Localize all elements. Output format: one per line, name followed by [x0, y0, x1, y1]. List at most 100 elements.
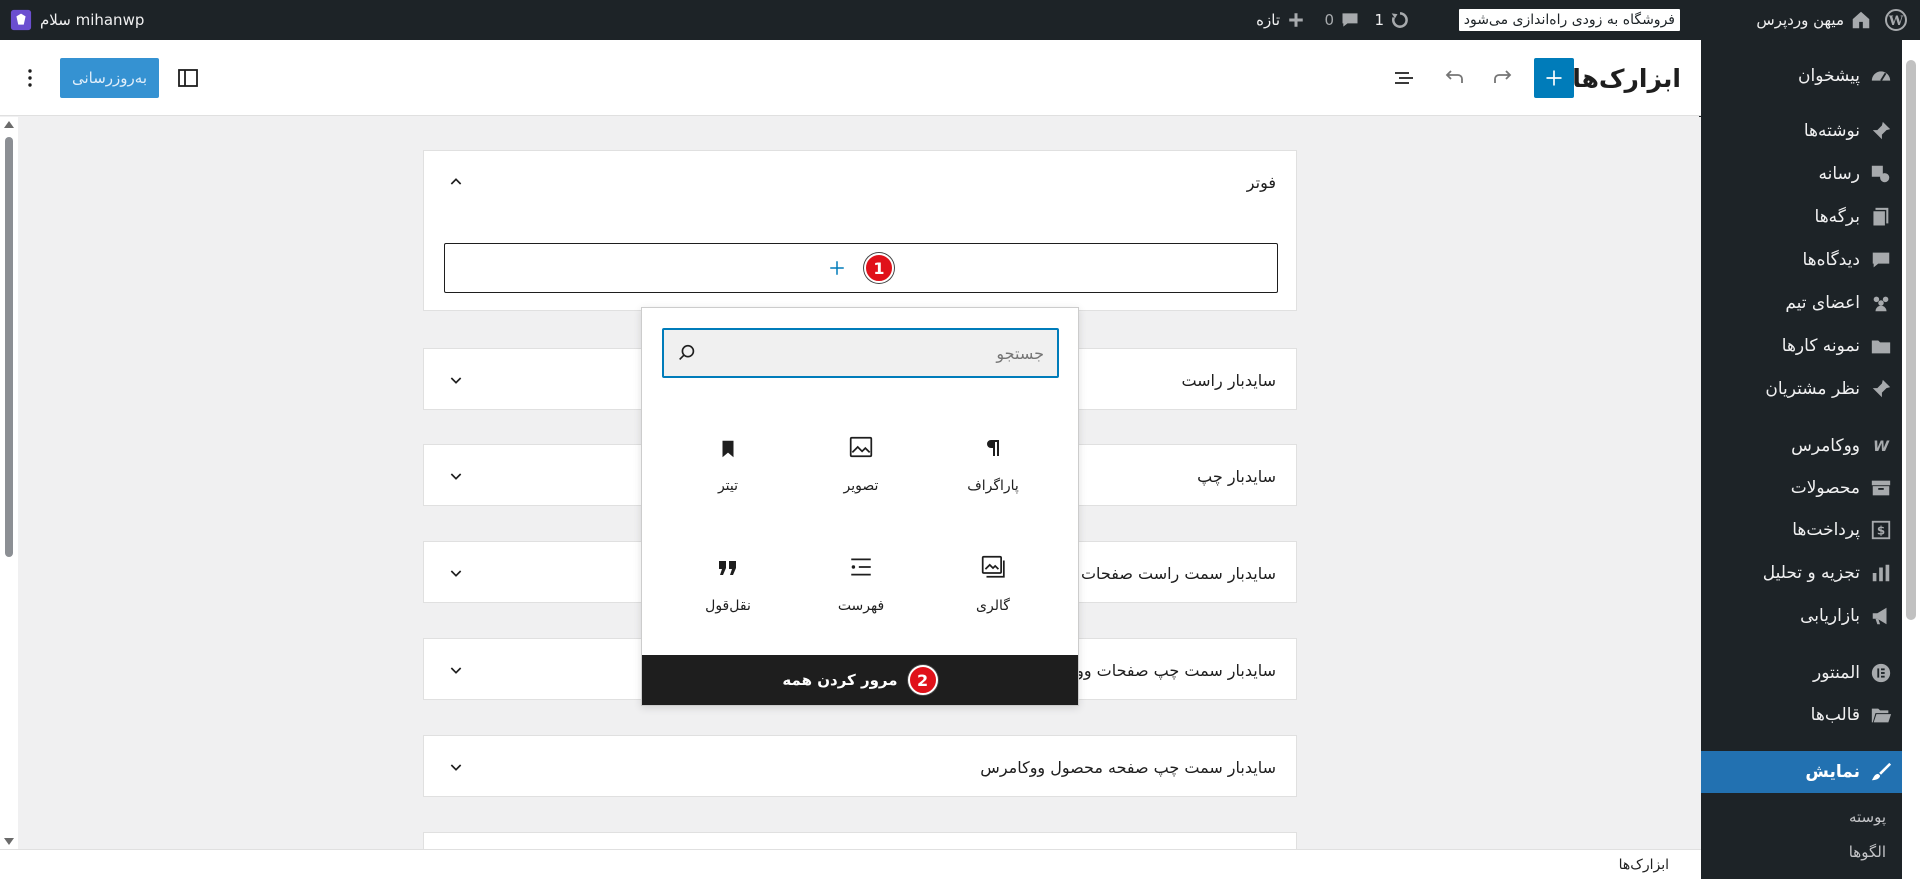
toggle-sidebar-button[interactable]: [168, 58, 208, 98]
megaphone-icon: [1870, 605, 1892, 627]
block-appender-button[interactable]: 1: [444, 243, 1278, 293]
chevron-down-icon[interactable]: [444, 755, 468, 779]
new-content-icon[interactable]: [1287, 0, 1305, 40]
widget-area-left-product-sidebar: سایدبار سمت چپ صفحه محصول ووکامرس: [423, 735, 1297, 797]
gallery-icon: [980, 540, 1006, 580]
svg-text:W: W: [1888, 14, 1904, 29]
plus-icon: [1546, 70, 1562, 86]
more-vertical-icon: [28, 69, 32, 87]
media-icon: [1870, 163, 1892, 185]
chevron-down-icon[interactable]: [444, 464, 468, 488]
dollar-icon: $: [1870, 519, 1892, 541]
block-heading[interactable]: تیتر: [668, 420, 788, 520]
menu-item-portfolio[interactable]: نمونه کارها: [1699, 326, 1920, 366]
menu-item-media[interactable]: رسانه: [1699, 154, 1920, 194]
wordpress-logo-icon[interactable]: W: [1884, 0, 1908, 40]
dashboard-icon: [1870, 65, 1892, 87]
chart-icon: [1870, 562, 1892, 584]
editor-header: ابزارک‌ها به‌روزرسانی: [0, 40, 1701, 116]
widget-area-title: سایدبار سمت چپ صفحه محصول ووکامرس: [980, 757, 1276, 777]
browse-all-label: مرور کردن همه: [782, 671, 898, 689]
menu-item-templates[interactable]: قالب‌ها: [1699, 695, 1920, 735]
list-view-button[interactable]: [1384, 58, 1424, 98]
scroll-up-icon[interactable]: [4, 121, 14, 128]
menu-item-woocommerce[interactable]: W ووکامرس: [1699, 426, 1920, 466]
block-image[interactable]: تصویر: [801, 420, 921, 520]
elementor-icon: [1870, 662, 1892, 684]
svg-text:W: W: [1873, 439, 1890, 455]
step-badge-2: 2: [907, 665, 938, 695]
chevron-up-icon[interactable]: [444, 170, 468, 194]
admin-menu: پیشخوان نوشته‌ها رسانه برگه‌ها دیدگاه‌ها…: [1689, 40, 1920, 879]
redo-button[interactable]: [1483, 58, 1523, 98]
menu-item-testimonials[interactable]: نظر مشتریان: [1699, 369, 1920, 409]
updates-count[interactable]: 1: [1374, 0, 1384, 40]
block-inserter-popover: پاراگراف تصویر تیتر گالری فهرست نقل‌قول …: [641, 307, 1079, 706]
breadcrumb[interactable]: ابزارک‌ها: [1619, 850, 1669, 879]
menu-item-posts[interactable]: نوشته‌ها: [1699, 111, 1920, 151]
menu-item-marketing[interactable]: بازاریابی: [1699, 596, 1920, 636]
list-view-icon: [1395, 72, 1413, 84]
widget-area-title: فوتر: [1246, 172, 1276, 192]
widget-area-title: سایدبار راست: [1181, 370, 1276, 390]
undo-button[interactable]: [1434, 58, 1474, 98]
comments-icon[interactable]: [1340, 0, 1360, 40]
pin-icon: [1870, 378, 1892, 400]
block-search-input[interactable]: [704, 330, 1044, 376]
archive-icon: [1870, 477, 1892, 499]
updates-icon[interactable]: [1390, 0, 1410, 40]
block-list[interactable]: فهرست: [801, 540, 921, 640]
pages-icon: [1870, 206, 1892, 228]
site-name-link[interactable]: میهن وردپرس: [1756, 0, 1844, 40]
groups-icon: [1870, 292, 1892, 314]
bookmark-icon: [717, 420, 739, 460]
chevron-down-icon[interactable]: [444, 368, 468, 392]
widget-area-title: سایدبار سمت چپ صفحات وو: [1076, 660, 1276, 680]
undo-icon: [1445, 70, 1463, 83]
woo-icon: W: [1870, 435, 1892, 457]
browse-all-button[interactable]: 2 مرور کردن همه: [642, 655, 1078, 705]
store-coming-soon-badge[interactable]: فروشگاه به زودی راه‌اندازی می‌شود: [1458, 9, 1680, 31]
widget-area-title: سایدبار چپ: [1197, 466, 1276, 486]
submenu-item-patterns[interactable]: الگوها: [1699, 835, 1920, 869]
menu-item-appearance[interactable]: نمایش: [1689, 751, 1920, 793]
image-icon: [848, 420, 874, 460]
widget-area-header[interactable]: سایدبار سمت چپ صفحه محصول ووکامرس: [424, 736, 1296, 798]
block-search-box: [662, 328, 1059, 378]
menu-item-payments[interactable]: $ پرداخت‌ها: [1699, 510, 1920, 550]
page-scrollbar-thumb[interactable]: [1906, 60, 1916, 620]
menu-item-products[interactable]: محصولات: [1699, 468, 1920, 508]
new-content-link[interactable]: تازه: [1256, 0, 1280, 40]
block-gallery[interactable]: گالری: [933, 540, 1053, 640]
widget-area-footer: فوتر 1: [423, 150, 1297, 311]
page-title: ابزارک‌ها: [1572, 63, 1681, 93]
widget-area-title: سایدبار سمت راست صفحات و: [1068, 563, 1276, 583]
menu-item-elementor[interactable]: المنتور: [1699, 653, 1920, 693]
add-block-button[interactable]: [1534, 58, 1574, 98]
menu-item-comments[interactable]: دیدگاه‌ها: [1699, 240, 1920, 280]
chevron-down-icon[interactable]: [444, 658, 468, 682]
options-menu-button[interactable]: [10, 58, 50, 98]
user-avatar-icon[interactable]: [10, 9, 32, 31]
user-greeting[interactable]: سلام mihanwp: [40, 11, 144, 29]
block-paragraph[interactable]: پاراگراف: [933, 420, 1053, 520]
canvas-scrollbar[interactable]: [0, 117, 18, 849]
menu-item-pages[interactable]: برگه‌ها: [1699, 197, 1920, 237]
scroll-down-icon[interactable]: [4, 838, 14, 845]
folder-open-icon: [1870, 704, 1892, 726]
comments-count[interactable]: 0: [1324, 0, 1334, 40]
update-button[interactable]: به‌روزرسانی: [60, 58, 159, 98]
menu-item-analytics[interactable]: تجزیه و تحلیل: [1699, 553, 1920, 593]
menu-item-dashboard[interactable]: پیشخوان: [1699, 56, 1920, 96]
chevron-down-icon[interactable]: [444, 561, 468, 585]
widget-area-header[interactable]: فوتر: [424, 151, 1296, 213]
site-home-icon[interactable]: [1850, 0, 1872, 40]
canvas-scrollbar-thumb[interactable]: [5, 137, 13, 557]
folder-icon: [1870, 335, 1892, 357]
sidebar-icon: [178, 69, 198, 87]
page-scrollbar[interactable]: [1902, 40, 1920, 879]
menu-item-team[interactable]: اعضای تیم: [1699, 283, 1920, 323]
submenu-item-themes[interactable]: پوسته: [1699, 800, 1920, 834]
comment-icon: [1870, 249, 1892, 271]
block-quote[interactable]: نقل‌قول: [668, 540, 788, 640]
